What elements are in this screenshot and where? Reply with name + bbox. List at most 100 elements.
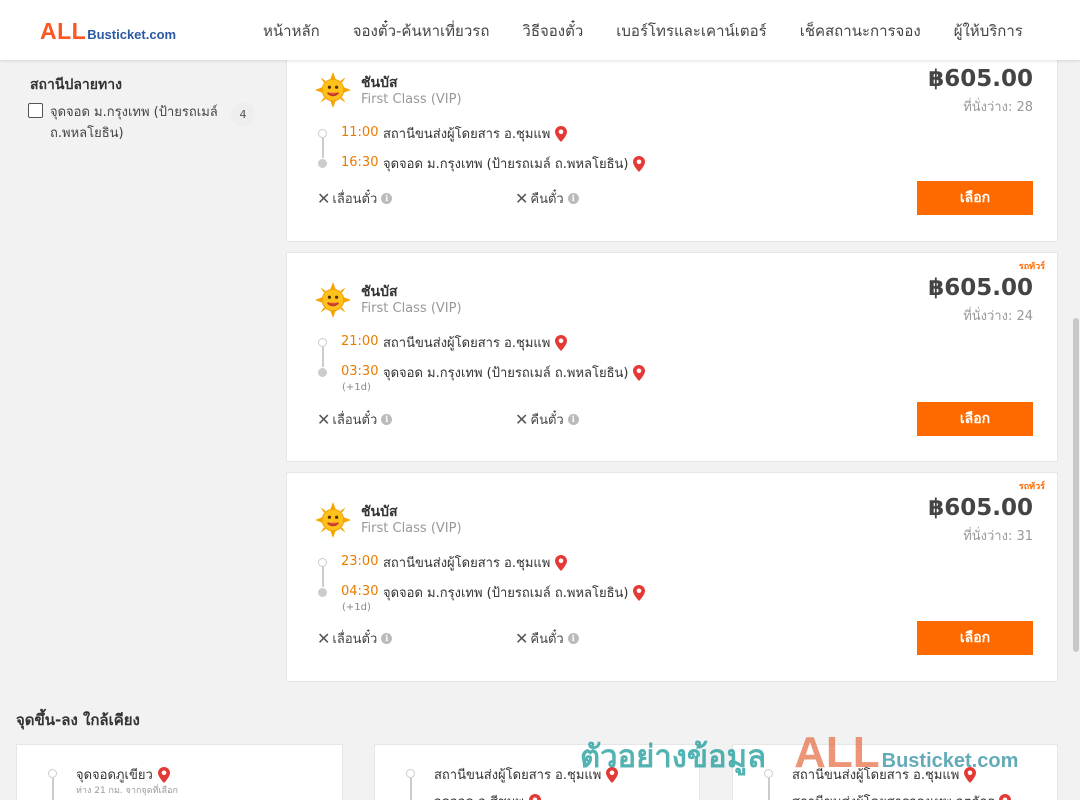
nav-book-search[interactable]: จองตั๋ว-ค้นหาเที่ยวรถ: [353, 19, 490, 43]
info-icon[interactable]: i: [381, 414, 393, 425]
change-ticket-policy[interactable]: ✕ เลื่อนตั๋ว i: [317, 628, 393, 649]
nearby-stop-label: สถานีขนส่งผู้โดยสาร อ.ชุมแพ: [434, 768, 602, 783]
price: ฿605.00: [928, 495, 1033, 521]
nav-home[interactable]: หน้าหลัก: [263, 19, 320, 43]
trip-card: ชันบัส First Class (VIP) ฿605.00 ที่นั่ง…: [286, 55, 1058, 242]
operator-name: ชันบัส: [361, 75, 398, 91]
logo-all-text: ALL: [40, 18, 87, 44]
change-ticket-label: เลื่อนตั๋ว: [332, 632, 378, 647]
select-button[interactable]: เลือก: [917, 181, 1033, 215]
info-icon[interactable]: i: [567, 193, 579, 204]
route-line: [410, 778, 412, 800]
map-pin-icon[interactable]: [999, 793, 1012, 800]
info-icon[interactable]: i: [567, 633, 579, 644]
route-start-dot: [406, 769, 415, 778]
trip-card: รถทัวร์ ชันบัส First Class (VIP) ฿605.00…: [286, 472, 1058, 682]
bus-type-tag: รถทัวร์: [1018, 482, 1045, 492]
sun-logo-icon: [315, 72, 351, 108]
depart-station-label: สถานีขนส่งผู้โดยสาร อ.ชุมแพ: [383, 127, 551, 142]
info-icon[interactable]: i: [567, 414, 579, 425]
refund-ticket-policy[interactable]: ✕ คืนตั๋ว i: [515, 188, 579, 209]
change-ticket-policy[interactable]: ✕ เลื่อนตั๋ว i: [317, 409, 393, 430]
refund-ticket-label: คืนตั๋ว: [530, 413, 564, 428]
x-icon: ✕: [515, 409, 529, 429]
depart-station-label: สถานีขนส่งผู้โดยสาร อ.ชุมแพ: [383, 336, 551, 351]
seats-available: ที่นั่งว่าง: 31: [963, 529, 1033, 544]
sun-logo-icon: [315, 502, 351, 538]
arrive-station-label: จุดจอด ม.กรุงเทพ (ป้ายรถเมล์ ถ.พหลโยธิน): [383, 586, 629, 601]
map-pin-icon[interactable]: [555, 554, 568, 571]
nearby-stop-label: จุดจอดภูเขียว: [76, 768, 153, 783]
info-icon[interactable]: i: [381, 633, 393, 644]
depart-time: 11:00: [341, 125, 379, 140]
site-header: ALL Busticket.com หน้าหลัก จองตั๋ว-ค้นหา…: [0, 0, 1080, 60]
logo-domain-text: Busticket.com: [87, 27, 177, 42]
change-ticket-label: เลื่อนตั๋ว: [332, 413, 378, 428]
nav-how-to-book[interactable]: วิธีจองตั๋ว: [522, 19, 583, 43]
arrive-time: 04:30: [341, 584, 379, 599]
map-pin-icon[interactable]: [157, 766, 170, 783]
x-icon: ✕: [317, 409, 331, 429]
nav-phone-counters[interactable]: เบอร์โทรและเคาน์เตอร์: [616, 19, 766, 43]
arrive-station[interactable]: จุดจอด ม.กรุงเทพ (ป้ายรถเมล์ ถ.พหลโยธิน): [383, 153, 646, 174]
change-ticket-label: เลื่อนตั๋ว: [332, 192, 378, 207]
nearby-card[interactable]: สถานีขนส่งผู้โดยสาร อ.ชุมแพ จุดจอด อ.สีช…: [374, 744, 700, 800]
refund-ticket-policy[interactable]: ✕ คืนตั๋ว i: [515, 628, 579, 649]
map-pin-icon[interactable]: [555, 125, 568, 142]
nearby-card[interactable]: จุดจอดภูเขียว ห่าง 21 กม. จากจุดที่เลือก: [16, 744, 343, 800]
nearby-distance: ห่าง 21 กม. จากจุดที่เลือก: [76, 786, 178, 796]
select-button[interactable]: เลือก: [917, 621, 1033, 655]
map-pin-icon[interactable]: [606, 766, 619, 783]
seats-available: ที่นั่งว่าง: 24: [963, 309, 1033, 324]
map-pin-icon[interactable]: [633, 364, 646, 381]
arrive-station[interactable]: จุดจอด ม.กรุงเทพ (ป้ายรถเมล์ ถ.พหลโยธิน): [383, 362, 646, 383]
price: ฿605.00: [928, 275, 1033, 301]
nearby-card[interactable]: สถานีขนส่งผู้โดยสาร อ.ชุมแพ สถานีขนส่งผู…: [732, 744, 1058, 800]
depart-station[interactable]: สถานีขนส่งผู้โดยสาร อ.ชุมแพ: [383, 123, 568, 144]
map-pin-icon[interactable]: [633, 155, 646, 172]
operator-name: ชันบัส: [361, 504, 398, 520]
arrive-station-label: จุดจอด ม.กรุงเทพ (ป้ายรถเมล์ ถ.พหลโยธิน): [383, 366, 629, 381]
plus-day-label: (+1d): [342, 382, 371, 393]
filter-checkbox[interactable]: [28, 103, 43, 118]
route-start-dot: [764, 769, 773, 778]
arrive-station-label: จุดจอด ม.กรุงเทพ (ป้ายรถเมล์ ถ.พหลโยธิน): [383, 157, 629, 172]
route-end-dot: [318, 588, 327, 597]
map-pin-icon[interactable]: [633, 584, 646, 601]
refund-ticket-policy[interactable]: ✕ คืนตั๋ว i: [515, 409, 579, 430]
route-line: [768, 778, 770, 800]
map-pin-icon[interactable]: [555, 334, 568, 351]
nav-operators[interactable]: ผู้ให้บริการ: [954, 19, 1023, 43]
trip-card: รถทัวร์ ชันบัส First Class (VIP) ฿605.00…: [286, 252, 1058, 462]
bus-class: First Class (VIP): [361, 521, 462, 536]
refund-ticket-label: คืนตั๋ว: [530, 632, 564, 647]
bus-class: First Class (VIP): [361, 92, 462, 107]
filter-option-label[interactable]: จุดจอด ม.กรุงเทพ (ป้ายรถเมล์ ถ.พหลโยธิน): [50, 102, 225, 144]
route-start-dot: [48, 769, 57, 778]
nearby-stop-2-label: สถานีขนส่งผู้โดยสารกรุงเทพ จตุจักร: [792, 791, 994, 800]
route-line: [52, 778, 54, 800]
arrive-time: 03:30: [341, 364, 379, 379]
select-button[interactable]: เลือก: [917, 402, 1033, 436]
price: ฿605.00: [928, 66, 1033, 92]
nearby-stop-2-label: จุดจอด อ.สีชมพู: [434, 791, 524, 800]
map-pin-icon[interactable]: [964, 766, 977, 783]
map-pin-icon[interactable]: [528, 793, 541, 800]
route-line: [322, 347, 324, 367]
arrive-station[interactable]: จุดจอด ม.กรุงเทพ (ป้ายรถเมล์ ถ.พหลโยธิน): [383, 582, 646, 603]
route-line: [322, 567, 324, 587]
scrollbar-thumb[interactable]: [1073, 318, 1079, 652]
nearby-stop: จุดจอดภูเขียว: [76, 764, 170, 785]
nearby-stop: สถานีขนส่งผู้โดยสาร อ.ชุมแพ: [792, 764, 977, 785]
arrive-time: 16:30: [341, 155, 379, 170]
route-start-dot: [318, 558, 327, 567]
depart-station[interactable]: สถานีขนส่งผู้โดยสาร อ.ชุมแพ: [383, 552, 568, 573]
filter-option[interactable]: จุดจอด ม.กรุงเทพ (ป้ายรถเมล์ ถ.พหลโยธิน)…: [28, 102, 258, 144]
route-line: [322, 138, 324, 158]
depart-station[interactable]: สถานีขนส่งผู้โดยสาร อ.ชุมแพ: [383, 332, 568, 353]
site-logo[interactable]: ALL Busticket.com: [40, 18, 176, 45]
depart-time: 21:00: [341, 334, 379, 349]
info-icon[interactable]: i: [381, 193, 393, 204]
change-ticket-policy[interactable]: ✕ เลื่อนตั๋ว i: [317, 188, 393, 209]
nav-check-booking[interactable]: เช็คสถานะการจอง: [800, 19, 921, 43]
